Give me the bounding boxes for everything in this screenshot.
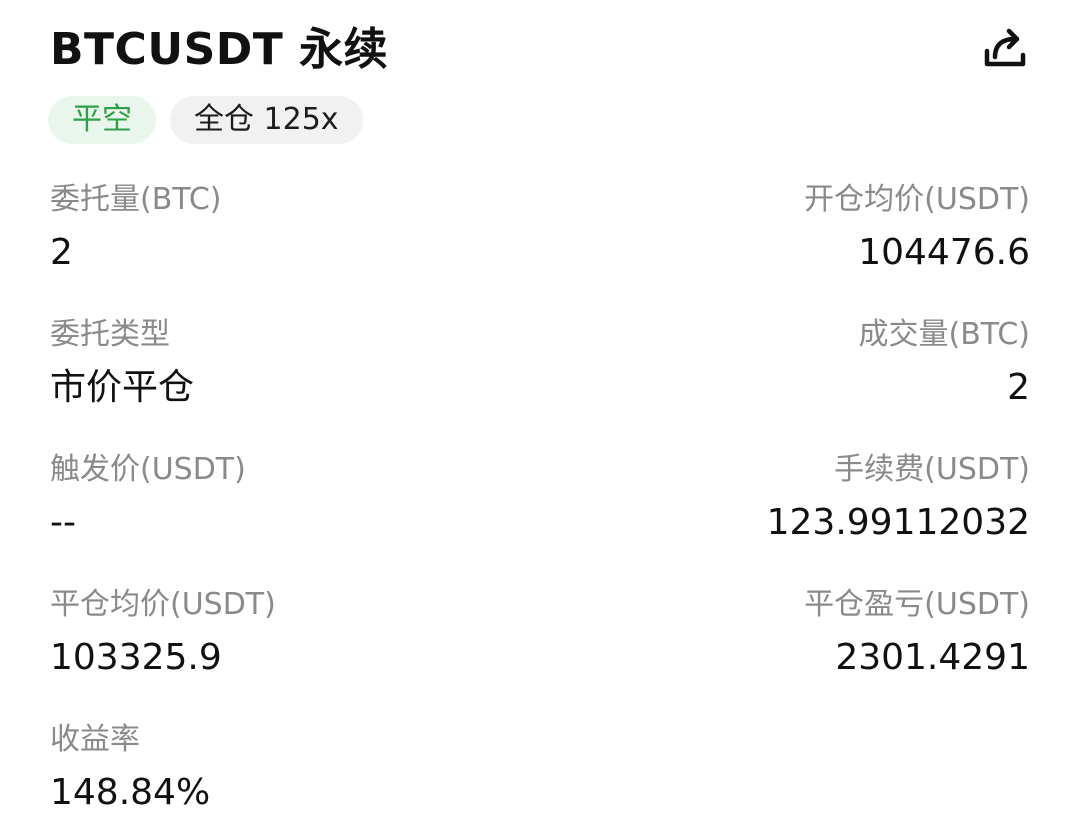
open-avg-price-label: 开仓均价(USDT) (804, 182, 1030, 217)
roi-value: 148.84% (50, 772, 211, 813)
open-avg-price-value: 104476.6 (858, 232, 1030, 273)
close-pnl-label: 平仓盈亏(USDT) (804, 587, 1030, 622)
share-icon (982, 24, 1028, 74)
field-fee: 手续费(USDT) 123.99112032 (550, 450, 1030, 546)
margin-leverage-badge: 全仓 125x (170, 96, 363, 144)
roi-label: 收益率 (50, 722, 140, 757)
filled-qty-label: 成交量(BTC) (858, 317, 1030, 352)
field-order-qty: 委托量(BTC) 2 (50, 180, 530, 276)
trigger-price-label: 触发价(USDT) (50, 452, 246, 487)
share-button[interactable] (980, 24, 1030, 74)
close-pnl-value: 2301.4291 (835, 637, 1030, 678)
order-type-value: 市价平仓 (50, 367, 195, 408)
direction-badge: 平空 (48, 96, 156, 144)
field-open-avg-price: 开仓均价(USDT) 104476.6 (550, 180, 1030, 276)
field-trigger-price: 触发价(USDT) -- (50, 450, 530, 546)
field-close-pnl: 平仓盈亏(USDT) 2301.4291 (550, 585, 1030, 681)
page-header: BTCUSDT 永续 (50, 18, 1030, 80)
order-qty-label: 委托量(BTC) (50, 182, 222, 217)
trigger-price-value: -- (50, 502, 76, 543)
position-tags: 平空 全仓 125x (48, 96, 363, 144)
field-order-type: 委托类型 市价平仓 (50, 315, 530, 411)
page-title: BTCUSDT 永续 (50, 24, 389, 75)
order-type-label: 委托类型 (50, 317, 170, 352)
filled-qty-value: 2 (1007, 367, 1030, 408)
order-qty-value: 2 (50, 232, 73, 273)
fee-label: 手续费(USDT) (834, 452, 1030, 487)
fee-value: 123.99112032 (766, 502, 1030, 543)
field-filled-qty: 成交量(BTC) 2 (550, 315, 1030, 411)
close-avg-price-label: 平仓均价(USDT) (50, 587, 276, 622)
field-roi: 收益率 148.84% (50, 720, 530, 816)
field-close-avg-price: 平仓均价(USDT) 103325.9 (50, 585, 530, 681)
close-avg-price-value: 103325.9 (50, 637, 222, 678)
